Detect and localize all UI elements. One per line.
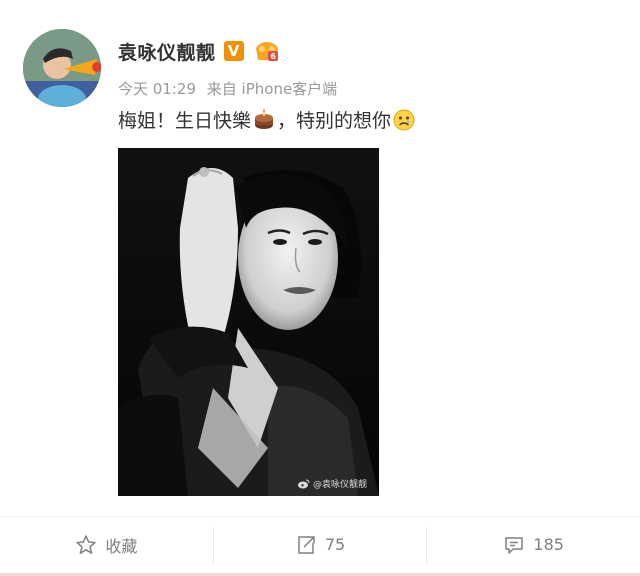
sad-face-icon bbox=[393, 109, 415, 130]
post-time[interactable]: 今天 01:29 bbox=[118, 80, 196, 98]
author-name[interactable]: 袁咏仪靓靓 bbox=[118, 38, 216, 65]
post-photo[interactable]: @袁咏仪靓靓 bbox=[118, 148, 379, 496]
star-icon bbox=[76, 534, 97, 554]
comment-count: 185 bbox=[533, 535, 564, 554]
verified-badge-icon[interactable]: V bbox=[223, 41, 244, 61]
post-meta: 今天 01:29 来自 iPhone客户端 bbox=[118, 78, 343, 99]
post-text-part1: 梅姐！生日快樂 bbox=[118, 110, 252, 132]
weibo-logo-icon bbox=[297, 479, 310, 488]
action-bar: 收藏 75 185 bbox=[0, 516, 640, 572]
author-avatar[interactable] bbox=[23, 29, 101, 107]
watermark-text: @袁咏仪靓靓 bbox=[312, 480, 367, 490]
post-text-part2: ，特别的想你 bbox=[277, 110, 392, 132]
author-row: 袁咏仪靓靓 V 6 bbox=[118, 37, 280, 65]
image-watermark: @袁咏仪靓靓 bbox=[297, 477, 367, 490]
favorite-button[interactable]: 收藏 bbox=[0, 533, 213, 557]
portrait-image bbox=[118, 148, 379, 496]
favorite-label: 收藏 bbox=[105, 536, 138, 556]
svg-text:6: 6 bbox=[270, 52, 276, 61]
comment-icon bbox=[505, 536, 524, 554]
post-source: 来自 iPhone客户端 bbox=[206, 80, 338, 98]
post-content: 梅姐！生日快樂 ，特别的想你 bbox=[118, 106, 417, 133]
repost-button[interactable]: 75 bbox=[214, 534, 427, 556]
level-6-icon[interactable]: 6 bbox=[254, 40, 280, 62]
repost-icon bbox=[298, 535, 315, 554]
comment-button[interactable]: 185 bbox=[427, 534, 640, 556]
cake-icon bbox=[255, 108, 274, 129]
repost-count: 75 bbox=[324, 535, 346, 554]
